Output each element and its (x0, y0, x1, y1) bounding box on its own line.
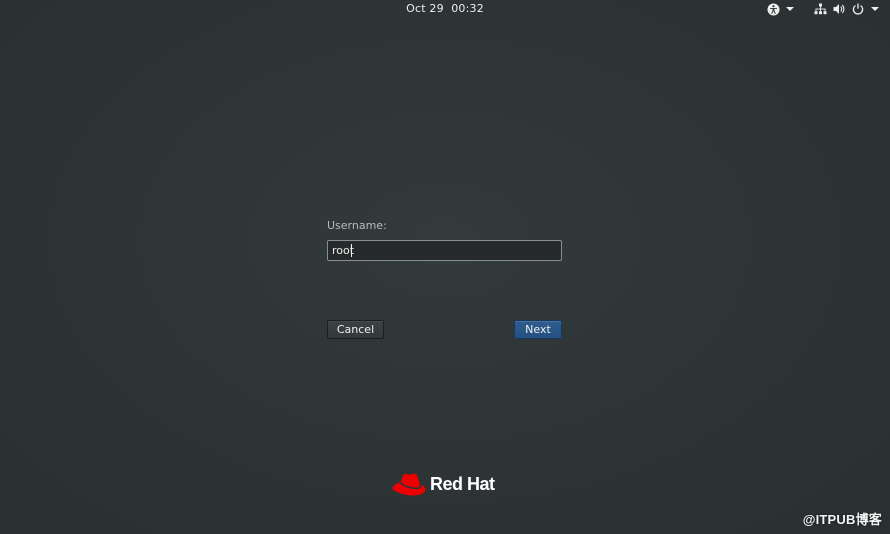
clock-label[interactable]: Oct 29 00:32 (406, 2, 484, 15)
chevron-down-icon (786, 7, 794, 11)
login-screen: Oct 29 00:32 Username: root Cancel Next … (0, 0, 890, 534)
network-wired-icon (813, 2, 827, 16)
username-field[interactable] (327, 240, 562, 261)
next-button[interactable]: Next (514, 320, 562, 339)
watermark: @ITPUB博客 (802, 512, 882, 527)
chevron-down-icon (871, 7, 879, 11)
system-status-menu[interactable] (813, 1, 881, 17)
username-label: Username: (327, 219, 387, 232)
power-icon (851, 2, 865, 16)
text-cursor (351, 244, 352, 257)
top-bar: Oct 29 00:32 (0, 0, 890, 18)
username-input[interactable] (332, 241, 557, 260)
login-prompt: Username: (327, 219, 562, 261)
clock: Oct 29 00:32 (0, 2, 890, 16)
accessibility-menu[interactable] (766, 1, 796, 17)
redhat-logo: Red Hat (391, 469, 495, 499)
accessibility-icon (766, 2, 780, 16)
cancel-button[interactable]: Cancel (327, 320, 384, 339)
redhat-hat-icon (392, 473, 426, 496)
redhat-logo-text: Red Hat (430, 473, 495, 494)
volume-icon (832, 2, 846, 16)
